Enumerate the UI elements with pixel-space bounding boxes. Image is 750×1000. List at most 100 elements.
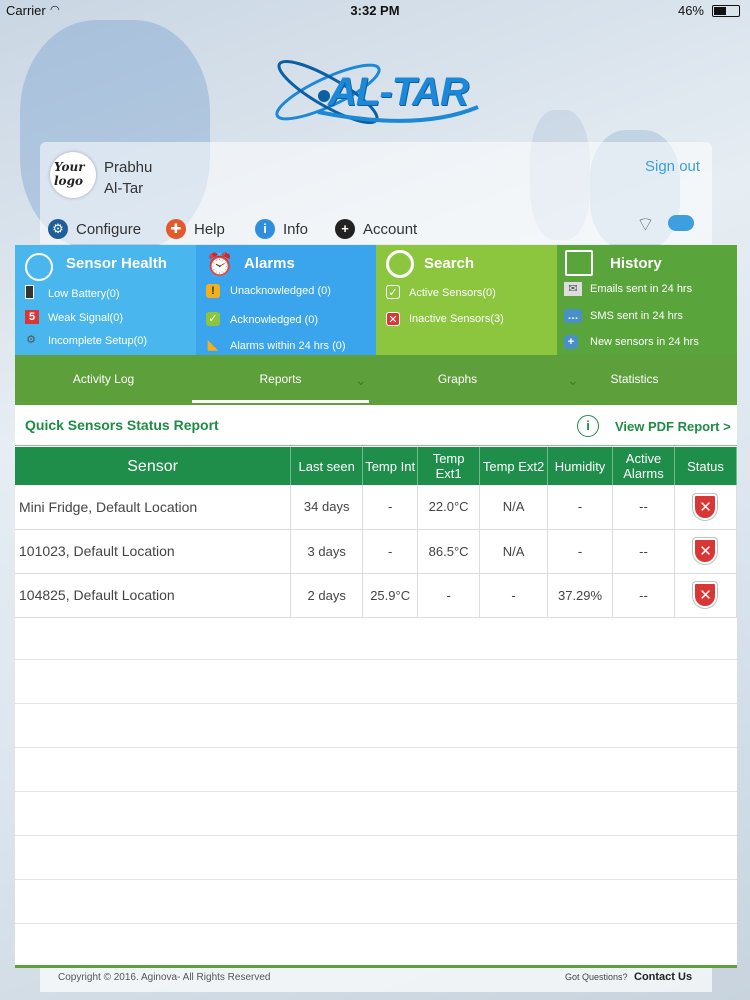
column-header[interactable]: Status [674,447,738,485]
tile-alarms[interactable]: ⏰ Alarms ! Unacknowledged (0) ✓ Acknowle… [196,245,376,355]
empty-row-line [15,703,737,704]
empty-row-line [15,791,737,792]
bell-icon: ◣ [207,336,219,352]
account-menu[interactable]: + Account [335,219,417,239]
tile-sensor-health[interactable]: Sensor Health Low Battery(0) 5 Weak Sign… [15,245,196,355]
plus-shield-icon: + [564,335,578,349]
column-header[interactable]: Active Alarms [612,447,675,485]
tile-title: Search [424,255,475,272]
avatar-text-2: logo [54,174,83,188]
envelope-icon: ✉ [564,282,582,296]
info-icon: i [255,219,275,239]
wifi-icon: ⌔ [636,214,655,236]
weak-signal-item[interactable]: Weak Signal(0) [48,312,123,324]
temp-ext1: 86.5°C [417,529,481,574]
tab-statistics[interactable]: Statistics [546,355,723,403]
report-panel: Quick Sensors Status Report i View PDF R… [15,403,738,965]
sensor-name: Mini Fridge, Default Location [15,485,292,530]
column-header[interactable]: Last seen [290,447,364,485]
tile-title: History [610,255,662,272]
view-pdf-report-link[interactable]: View PDF Report > [615,419,731,434]
tab-graphs[interactable]: Graphs [369,355,546,403]
tab-reports[interactable]: Reports [192,355,369,403]
sensor-name: 101023, Default Location [15,529,292,574]
column-header[interactable]: Sensor [15,447,292,485]
magnifier-icon [386,250,414,278]
cloud-icon [668,215,694,231]
inactive-sensors-item[interactable]: Inactive Sensors(3) [409,313,504,325]
table-row[interactable]: 104825, Default Location 2 days 25.9°C -… [15,573,738,618]
gear-icon: ⚙ [26,334,36,346]
column-header[interactable]: Temp Ext1 [417,447,481,485]
active-sensors-item[interactable]: Active Sensors(0) [409,287,496,299]
info-icon[interactable]: i [577,415,599,437]
active-alarms: -- [612,573,675,618]
column-header[interactable]: Temp Int [362,447,419,485]
empty-row-line [15,835,737,836]
questions-text: Got Questions? [565,972,628,982]
lifebuoy-icon: ✚ [166,219,186,239]
status-cell: ✕ [674,573,738,618]
user-first-name: Prabhu [104,159,153,176]
signout-link[interactable]: Sign out [645,158,700,175]
active-alarms: -- [612,529,675,574]
table-row[interactable]: Mini Fridge, Default Location 34 days - … [15,485,738,530]
clock: 3:32 PM [350,3,400,18]
last-seen: 34 days [290,485,364,530]
user-last-name: Al-Tar [104,180,144,197]
warning-icon: ! [206,284,220,298]
weak-signal-icon: 5 [25,310,39,324]
active-alarms: -- [612,485,675,530]
low-battery-item[interactable]: Low Battery(0) [48,288,120,300]
new-sensors-item[interactable]: New sensors in 24 hrs [590,336,699,348]
humidity: 37.29% [547,573,614,618]
contact-us-link[interactable]: Contact Us [634,971,692,983]
temp-ext2: N/A [479,485,549,530]
battery-icon [712,5,740,17]
tab-bar: Activity Log Reports ⌄ Graphs ⌄ Statisti… [15,355,737,403]
temp-ext1: - [417,573,481,618]
acknowledged-item[interactable]: Acknowledged (0) [230,314,318,326]
incomplete-setup-item[interactable]: Incomplete Setup(0) [48,335,147,347]
chevron-down-icon[interactable]: ⌄ [355,372,367,389]
temp-int: - [362,529,419,574]
empty-row-line [15,879,737,880]
account-label: Account [363,220,418,238]
gear-icon: ⚙ [48,219,68,239]
sms-item[interactable]: SMS sent in 24 hrs [590,310,683,322]
status-cell: ✕ [674,485,738,530]
tile-search[interactable]: Search ✓ Active Sensors(0) ✕ Inactive Se… [376,245,557,355]
tile-history[interactable]: History ✉ Emails sent in 24 hrs … SMS se… [557,245,737,355]
info-menu[interactable]: i Info [255,219,308,239]
x-shield-icon[interactable]: ✕ [693,538,718,564]
help-menu[interactable]: ✚ Help [166,219,225,239]
temp-int: 25.9°C [362,573,419,618]
altar-logo: AL-TAR [268,52,488,132]
tab-activity-log[interactable]: Activity Log [15,355,192,403]
footer: Copyright © 2016. Aginova- All Rights Re… [40,968,712,992]
battery-percent: 46% [677,3,704,18]
user-avatar-logo: Your logo [50,152,96,198]
table-header: Sensor Last seen Temp Int Temp Ext1 Temp… [15,447,738,485]
column-header[interactable]: Humidity [547,447,614,485]
temp-ext2: N/A [479,529,549,574]
configure-menu[interactable]: ⚙ Configure [48,219,141,239]
check-shield-icon: ✓ [206,312,220,326]
battery-low-icon [25,285,34,299]
unacknowledged-item[interactable]: Unacknowledged (0) [230,285,331,297]
x-shield-icon[interactable]: ✕ [693,493,718,520]
tile-title: Sensor Health [66,255,167,272]
humidity: - [547,485,614,530]
info-label: Info [283,220,309,238]
last-seen: 3 days [290,529,364,574]
x-shield-icon[interactable]: ✕ [693,582,718,608]
column-header[interactable]: Temp Ext2 [479,447,549,485]
table-row[interactable]: 101023, Default Location 3 days - 86.5°C… [15,529,738,574]
alarms-24h-item[interactable]: Alarms within 24 hrs (0) [230,340,346,352]
calendar-clock-icon [565,250,593,276]
emails-item[interactable]: Emails sent in 24 hrs [590,283,692,295]
tile-title: Alarms [244,255,295,272]
user-name: Prabhu Al-Tar [104,157,152,199]
sensor-status-table: Sensor Last seen Temp Int Temp Ext1 Temp… [15,447,738,618]
last-seen: 2 days [290,573,364,618]
